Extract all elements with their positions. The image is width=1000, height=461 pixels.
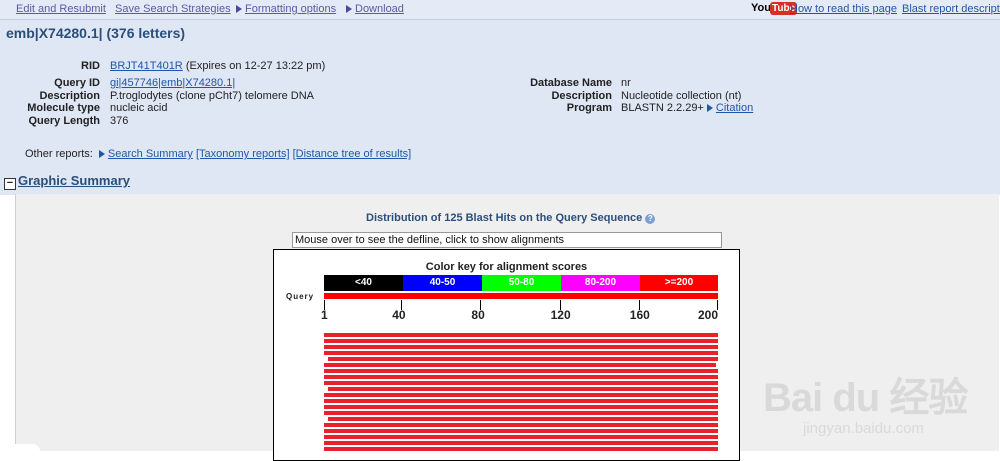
watermark-url: jingyan.baidu.com <box>803 420 924 437</box>
hit-bar[interactable] <box>324 423 718 427</box>
how-to-read-link[interactable]: How to read this page <box>790 3 897 15</box>
report-header: emb|X74280.1| (376 letters) RID BRJT41T4… <box>0 20 1000 195</box>
hit-bar[interactable] <box>324 435 718 439</box>
watermark-logo: Bai du 经验 <box>763 376 968 420</box>
distance-tree-link[interactable]: [Distance tree of results] <box>293 148 412 160</box>
defline-display-field[interactable]: Mouse over to see the defline, click to … <box>292 232 722 248</box>
blast-hits-graphic[interactable]: Color key for alignment scores <40 40-50… <box>273 249 740 461</box>
corner-decoration <box>0 444 40 451</box>
query-bar <box>324 293 718 299</box>
rid-expires: (Expires on 12-27 13:22 pm) <box>185 60 326 72</box>
rid-link[interactable]: BRJT41T401R <box>110 60 183 72</box>
page-title: emb|X74280.1| (376 letters) <box>6 25 186 41</box>
rid-value: BRJT41T401R (Expires on 12-27 13:22 pm) <box>110 60 325 72</box>
distribution-title: Distribution of 125 Blast Hits on the Qu… <box>366 212 656 224</box>
query-axis: 1 40 80 120 160 200 <box>321 300 719 322</box>
database-name-value: nr <box>621 77 631 89</box>
color-key-40-50: 40-50 <box>403 275 482 291</box>
query-description-value: P.troglodytes (clone pCht7) telomere DNA <box>110 90 315 102</box>
hit-bar[interactable] <box>324 333 718 337</box>
color-key-title: Color key for alignment scores <box>425 261 588 273</box>
edit-resubmit-link[interactable]: Edit and Resubmit <box>16 3 106 15</box>
query-id-link[interactable]: gi|457746|emb|X74280.1| <box>110 77 235 89</box>
triangle-right-icon <box>706 104 713 112</box>
hit-bars <box>274 333 739 453</box>
hit-bar[interactable] <box>324 381 718 385</box>
hit-bar[interactable] <box>324 369 718 373</box>
hit-bar[interactable] <box>327 357 718 361</box>
taxonomy-reports-link[interactable]: [Taxonomy reports] <box>196 148 290 160</box>
query-length-label: Query Length <box>28 115 100 127</box>
query-id-label: Query ID <box>54 77 100 89</box>
search-summary-link[interactable]: Search Summary <box>108 148 193 160</box>
blast-report-description-link[interactable]: Blast report description <box>902 3 1000 15</box>
other-reports: Other reports: Search Summary [Taxonomy … <box>25 148 411 160</box>
distribution-title-text: Distribution of 125 Blast Hits on the Qu… <box>366 212 643 224</box>
download-label: Download <box>355 3 404 15</box>
hit-bar[interactable] <box>324 375 718 379</box>
program-label: Program <box>566 102 612 114</box>
hit-bar[interactable] <box>324 447 718 451</box>
program-value: BLASTN 2.2.29+ Citation <box>621 102 753 114</box>
rid-label: RID <box>81 60 100 72</box>
save-search-strategies-link[interactable]: Save Search Strategies <box>115 3 231 15</box>
top-nav-bar: Edit and Resubmit Save Search Strategies… <box>0 0 1000 20</box>
molecule-type-label: Molecule type <box>27 102 100 114</box>
color-key-200-plus: >=200 <box>640 275 718 291</box>
triangle-right-icon <box>98 150 105 158</box>
help-icon[interactable]: ? <box>645 214 656 224</box>
color-key-below-40: <40 <box>324 275 403 291</box>
other-reports-label: Other reports: <box>25 148 93 160</box>
molecule-type-value: nucleic acid <box>110 102 168 114</box>
citation-link[interactable]: Citation <box>716 102 753 114</box>
color-key-50-80: 50-80 <box>482 275 561 291</box>
hit-bar[interactable] <box>324 441 718 445</box>
hit-bar[interactable] <box>324 351 718 355</box>
query-description-label: Description <box>39 90 100 102</box>
axis-tick-label: 40 <box>392 308 406 322</box>
download-link[interactable]: Download <box>346 3 404 15</box>
hit-bar[interactable] <box>324 411 718 415</box>
formatting-options-label: Formatting options <box>245 3 337 15</box>
axis-tick-label: 160 <box>629 308 650 322</box>
hit-bar[interactable] <box>327 417 718 421</box>
baidu-watermark: Bai du 经验 jingyan.baidu.com <box>763 338 993 448</box>
graphic-summary-title[interactable]: Graphic Summary <box>18 173 130 188</box>
axis-tick-label: 200 <box>698 308 719 322</box>
program-name: BLASTN 2.2.29+ <box>621 102 704 114</box>
hit-bar[interactable] <box>324 393 718 397</box>
database-description-value: Nucleotide collection (nt) <box>621 90 742 102</box>
hit-bar[interactable] <box>324 339 718 343</box>
query-length-value: 376 <box>110 115 129 127</box>
hit-bar[interactable] <box>324 363 717 367</box>
hit-bar[interactable] <box>324 345 718 349</box>
axis-tick-label: 120 <box>550 308 571 322</box>
formatting-options-link[interactable]: Formatting options <box>236 3 336 15</box>
youtube-logo[interactable]: You Tube <box>751 2 798 16</box>
hit-bar[interactable] <box>324 405 718 409</box>
graphic-summary-header[interactable]: − Graphic Summary <box>4 173 130 190</box>
database-name-label: Database Name <box>530 77 612 89</box>
triangle-right-icon <box>346 5 352 13</box>
hit-bar[interactable] <box>324 429 718 433</box>
database-description-label: Description <box>551 90 612 102</box>
hit-bar[interactable] <box>327 387 718 391</box>
youtube-logo-you: You <box>751 2 771 14</box>
collapse-icon[interactable]: − <box>4 178 16 190</box>
triangle-right-icon <box>236 5 242 13</box>
color-key-80-200: 80-200 <box>561 275 640 291</box>
axis-tick-label: 1 <box>321 308 328 322</box>
axis-tick-label: 80 <box>471 308 485 322</box>
hit-bar[interactable] <box>324 399 718 403</box>
query-label: Query <box>286 292 315 301</box>
